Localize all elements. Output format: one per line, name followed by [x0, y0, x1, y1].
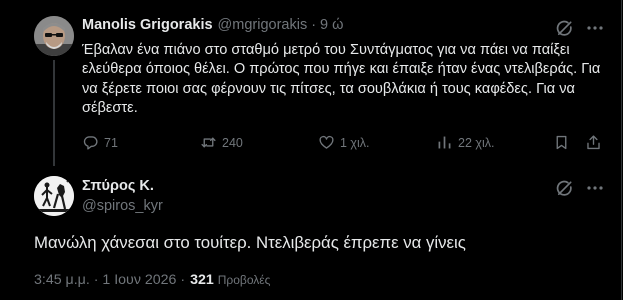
avatar[interactable] [34, 176, 74, 216]
like-button[interactable]: 1 χιλ. [318, 134, 370, 151]
thread-line [53, 60, 55, 166]
more-icon[interactable] [584, 17, 606, 39]
grok-icon[interactable] [553, 177, 575, 199]
author-name[interactable]: Σπύρος Κ. [82, 178, 154, 194]
reply-count: 71 [104, 135, 118, 150]
share-button[interactable] [585, 134, 607, 151]
more-icon[interactable] [584, 177, 606, 199]
avatar[interactable] [34, 16, 74, 56]
reply-text: Μανώλη χάνεσαι στο τουίτερ. Ντελιβεράς έ… [34, 233, 466, 252]
author-name[interactable]: Manolis Grigorakis [82, 17, 213, 33]
like-count: 1 χιλ. [340, 135, 370, 150]
views-count: 22 χιλ. [458, 135, 495, 150]
author-handle[interactable]: @spiros_kyr [82, 198, 163, 214]
views-button[interactable]: 22 χιλ. [436, 134, 494, 151]
retweet-icon [201, 137, 216, 148]
reply-button[interactable]: 71 [82, 134, 118, 151]
retweet-button[interactable]: 240 [200, 134, 243, 151]
author-handle[interactable]: @mgrigorakis [218, 17, 308, 33]
post-thread: Manolis Grigorakis @mgrigorakis · 9 ώ Έβ… [0, 0, 622, 300]
post-meta: 3:45 μ.μ. · 1 Ιουν 2026 · 321 Προβολές [34, 272, 270, 288]
reply-header: Σπύρος Κ. [82, 178, 154, 194]
tweet-header: Manolis Grigorakis @mgrigorakis · 9 ώ [82, 17, 343, 33]
post-time[interactable]: 9 ώ [320, 17, 343, 33]
views-count: 321 [190, 272, 214, 288]
views-label: Προβολές [217, 273, 271, 287]
views-icon [438, 136, 451, 149]
post-timestamp[interactable]: 3:45 μ.μ. · 1 Ιουν 2026 · [34, 272, 185, 288]
like-icon [319, 135, 334, 149]
action-bar: 71 240 1 χιλ. 22 χιλ. [82, 134, 602, 154]
reply-icon [83, 136, 98, 150]
bookmark-button[interactable] [553, 134, 575, 151]
retweet-count: 240 [222, 135, 243, 150]
separator: · [311, 17, 317, 33]
share-icon [587, 135, 600, 150]
grok-icon[interactable] [553, 17, 575, 39]
bookmark-icon [556, 135, 567, 150]
tweet-text: Έβαλαν ένα πιάνο στο σταθμό μετρό του Συ… [82, 42, 601, 117]
